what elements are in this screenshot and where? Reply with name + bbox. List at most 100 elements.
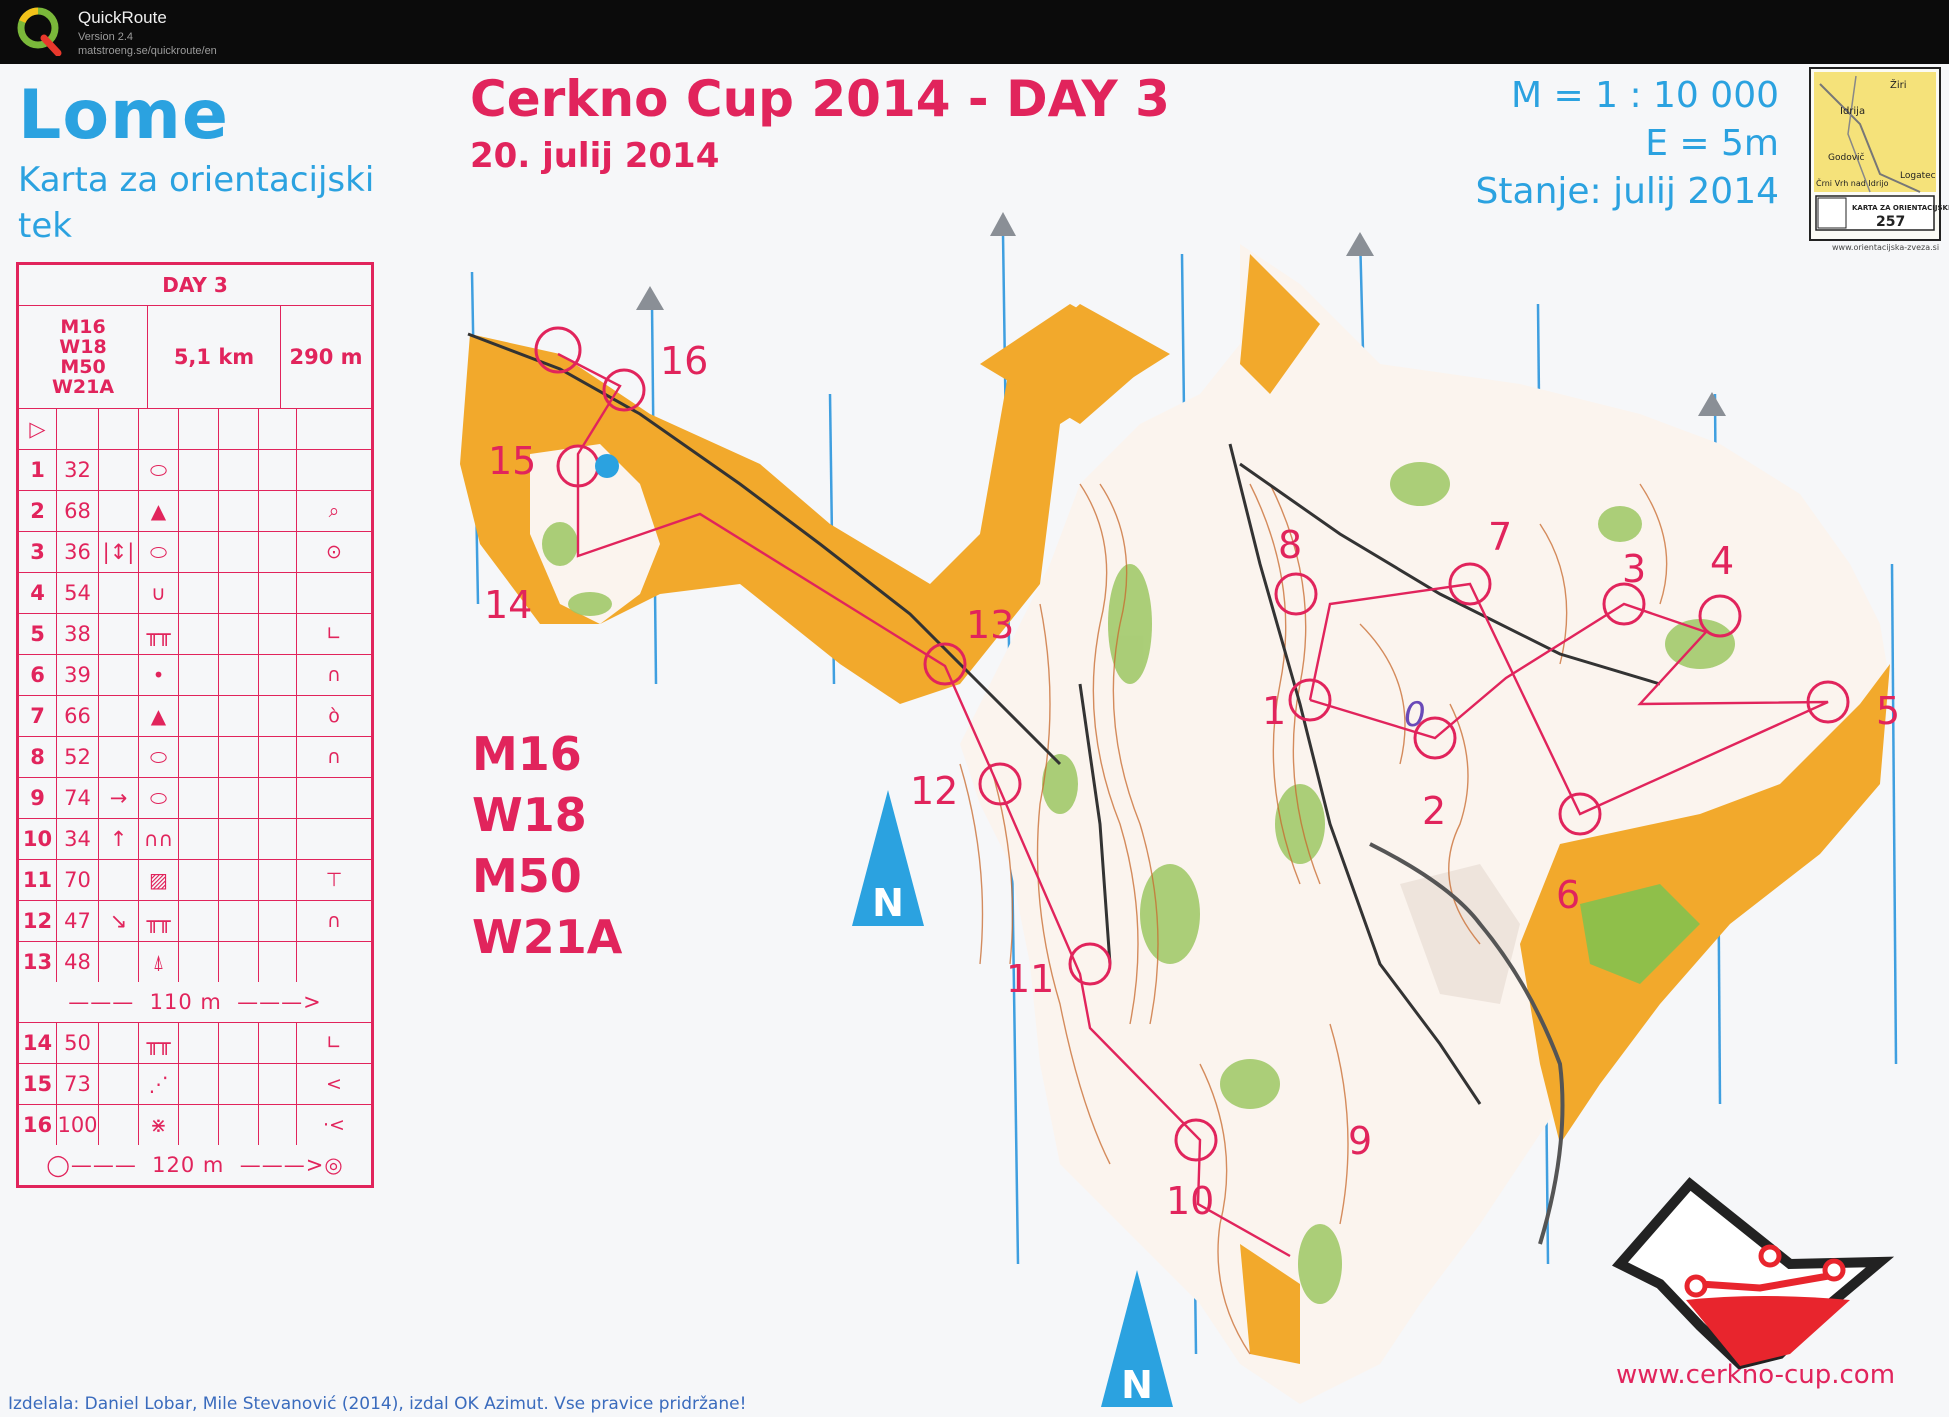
feature-symbol-icon: ╥╥ — [139, 614, 179, 654]
column-e — [179, 450, 219, 490]
location-symbol-icon — [297, 819, 371, 859]
scale-block: M = 1 : 10 000 E = 5m Stanje: julij 2014 — [1476, 72, 1779, 216]
control-code: 34 — [57, 819, 99, 859]
control-row: 5 38 ╥╥ ∟ — [19, 614, 371, 655]
pond — [595, 454, 619, 478]
control-code: 48 — [57, 942, 99, 982]
location-symbol-icon: ⊙ — [326, 541, 342, 563]
column-c-symbol — [99, 491, 139, 531]
control-code: 39 — [57, 655, 99, 695]
control-code: 100 — [57, 1105, 99, 1145]
location-symbol-icon: ∩ — [327, 664, 341, 686]
column-e — [179, 1023, 219, 1063]
column-g — [259, 1105, 297, 1145]
inset-place: Logatec — [1900, 171, 1936, 181]
column-e — [179, 491, 219, 531]
control-label: 5 — [1876, 689, 1900, 733]
event-date: 20. julij 2014 — [470, 136, 720, 176]
control-number: 1 — [19, 450, 57, 490]
map-subtitle: Karta za orientacijski tek — [18, 160, 375, 246]
column-g — [259, 778, 297, 818]
column-e — [179, 532, 219, 572]
control-label: 8 — [1278, 523, 1302, 567]
feature-symbol-icon: ▨ — [139, 860, 179, 900]
control-row: 16 100 ⋇ ·< — [19, 1105, 371, 1145]
control-label: 9 — [1348, 1119, 1372, 1163]
control-label: 4 — [1710, 539, 1734, 583]
column-c-symbol: → — [99, 778, 139, 818]
feature-symbol-icon: ╥╥ — [139, 1023, 179, 1063]
control-number: 8 — [19, 737, 57, 777]
category: M16 — [472, 727, 582, 781]
control-number: 11 — [19, 860, 57, 900]
inset-place: Žiri — [1890, 78, 1907, 91]
location-symbol-icon: ∩ — [327, 910, 341, 932]
map-credits: Izdelala: Daniel Lobar, Mile Stevanović … — [8, 1394, 747, 1414]
column-g — [259, 573, 297, 613]
location-symbol-icon — [297, 573, 371, 613]
column-c-symbol — [99, 860, 139, 900]
column-c-symbol: ↑ — [99, 819, 139, 859]
control-code: 74 — [57, 778, 99, 818]
column-f — [219, 655, 259, 695]
area-name: Lome — [18, 76, 230, 155]
control-code: 50 — [57, 1023, 99, 1063]
location-inset: Žiri Idrija Godovič Logatec Črni Vrh nad… — [1809, 67, 1949, 252]
column-c-symbol — [99, 573, 139, 613]
column-f — [219, 573, 259, 613]
column-c-symbol — [99, 1023, 139, 1063]
column-e — [179, 1064, 219, 1104]
svg-text:N: N — [872, 881, 904, 925]
column-f — [219, 819, 259, 859]
inset-place: Godovič — [1828, 152, 1865, 163]
control-number: 12 — [19, 901, 57, 941]
column-g — [259, 450, 297, 490]
column-g — [259, 491, 297, 531]
location-symbol-icon: ⊤ — [325, 869, 343, 891]
control-number: 10 — [19, 819, 57, 859]
column-f — [219, 491, 259, 531]
map-title-block: Lome Karta za orientacijski tek — [18, 76, 398, 249]
control-row: 9 74 → ⬭ — [19, 778, 371, 819]
inset-place: Idrija — [1840, 106, 1865, 117]
north-arrow-icon: N — [1101, 1270, 1173, 1407]
column-c-symbol — [99, 1105, 139, 1145]
control-label: 1 — [1262, 689, 1286, 733]
location-symbol-icon: ∩ — [327, 746, 341, 768]
category: W18 — [472, 788, 587, 842]
control-code: 54 — [57, 573, 99, 613]
orienteering-map[interactable]: 1 2 3 4 5 6 7 8 9 10 11 12 13 14 15 16 0… — [0, 64, 1949, 1417]
location-symbol-icon — [297, 450, 371, 490]
inset-place: Črni Vrh nad Idrijo — [1816, 177, 1889, 188]
feature-symbol-icon: ⬭ — [139, 532, 179, 572]
class-label: W21A — [51, 376, 115, 398]
column-e — [179, 696, 219, 736]
location-symbol-icon: ·< — [323, 1114, 345, 1136]
location-symbol-icon: ὸ — [328, 705, 340, 727]
feature-symbol-icon: ▲ — [139, 491, 179, 531]
feature-symbol-icon: ▲ — [139, 696, 179, 736]
feature-symbol-icon: ⋰ — [139, 1064, 179, 1104]
column-f — [219, 614, 259, 654]
location-symbol-icon: ∟ — [326, 623, 342, 645]
course-categories: M16 W18 M50 W21A — [472, 724, 622, 968]
column-g — [259, 901, 297, 941]
column-e — [179, 614, 219, 654]
course-header: M16 W18 M50 W21A 5,1 km 290 m — [19, 306, 371, 409]
control-code: 70 — [57, 860, 99, 900]
column-g — [259, 655, 297, 695]
feature-symbol-icon: ⋇ — [139, 1105, 179, 1145]
control-row: 1 32 ⬭ — [19, 450, 371, 491]
control-code: 32 — [57, 450, 99, 490]
control-row: 11 70 ▨ ⊤ — [19, 860, 371, 901]
column-e — [179, 819, 219, 859]
control-row: 6 39 • ∩ — [19, 655, 371, 696]
app-version: Version 2.4 — [78, 31, 134, 43]
control-row: 2 68 ▲ ⌕ — [19, 491, 371, 532]
course-classes: M16 W18 M50 W21A — [19, 306, 148, 408]
app-name: QuickRoute — [78, 8, 167, 27]
class-label: W18 — [59, 336, 107, 358]
column-g — [259, 1064, 297, 1104]
column-g — [259, 860, 297, 900]
control-label: 14 — [484, 583, 532, 627]
